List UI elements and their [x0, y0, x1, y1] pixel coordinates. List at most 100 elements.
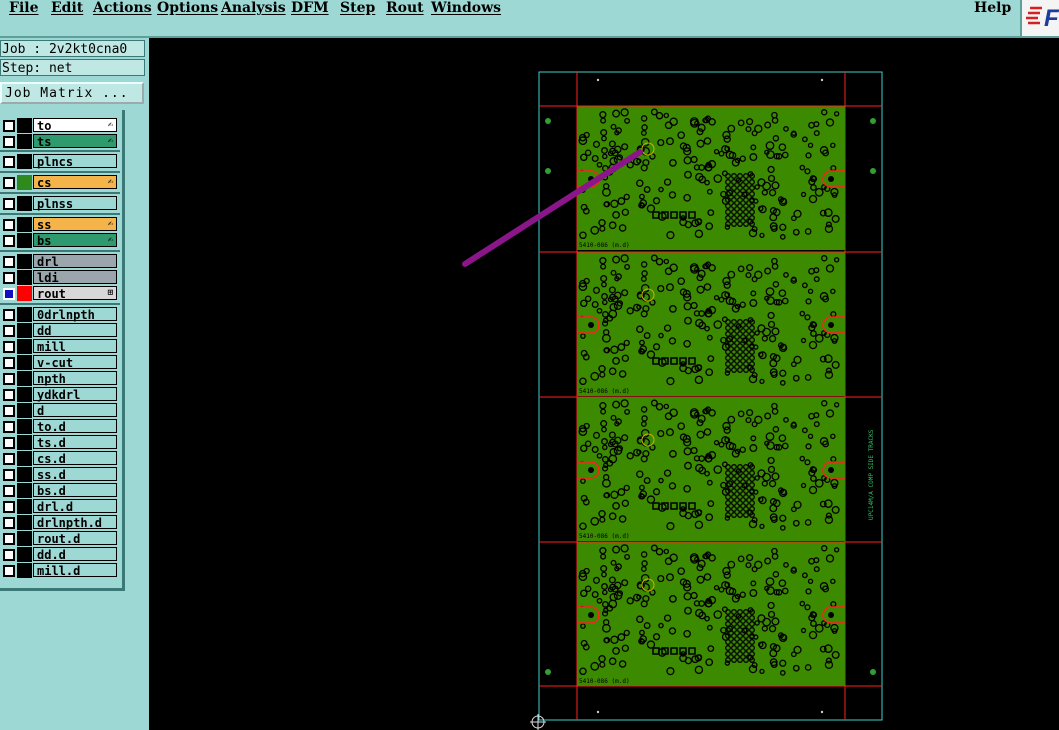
layer-color-swatch[interactable]: [17, 307, 32, 322]
layer-name[interactable]: rout ⊞: [33, 286, 117, 301]
layer-color-swatch[interactable]: [17, 154, 32, 169]
layer-color-swatch[interactable]: [17, 451, 32, 466]
layer-checkbox[interactable]: [3, 373, 15, 385]
layer-color-swatch[interactable]: [17, 467, 32, 482]
layer-row-ss-d[interactable]: ss.d: [0, 467, 118, 482]
layer-row-to-d[interactable]: to.d: [0, 419, 118, 434]
layer-checkbox[interactable]: [3, 357, 15, 369]
layer-name[interactable]: 0drlnpth: [33, 307, 117, 322]
layer-row-ts[interactable]: ts ✍: [0, 134, 118, 149]
layer-color-swatch[interactable]: [17, 515, 32, 530]
layer-checkbox[interactable]: [3, 272, 15, 284]
layer-row-v-cut[interactable]: v-cut: [0, 355, 118, 370]
layer-color-swatch[interactable]: [17, 403, 32, 418]
layer-color-swatch[interactable]: [17, 217, 32, 232]
layer-checkbox[interactable]: [3, 533, 15, 545]
menu-options[interactable]: Options: [157, 0, 218, 16]
layer-checkbox[interactable]: [3, 341, 15, 353]
layer-name[interactable]: plncs: [33, 154, 117, 169]
layer-row-cs[interactable]: cs ✍: [0, 175, 118, 190]
layer-row-dd[interactable]: dd: [0, 323, 118, 338]
layer-name[interactable]: ss.d: [33, 467, 117, 482]
layer-row-cs-d[interactable]: cs.d: [0, 451, 118, 466]
menu-step[interactable]: Step: [340, 0, 375, 16]
layer-checkbox[interactable]: [3, 565, 15, 577]
layer-checkbox[interactable]: [3, 485, 15, 497]
layer-name[interactable]: cs.d: [33, 451, 117, 466]
layer-name[interactable]: npth: [33, 371, 117, 386]
layer-row-drl[interactable]: drl: [0, 254, 118, 269]
layer-color-swatch[interactable]: [17, 483, 32, 498]
menu-rout[interactable]: Rout: [386, 0, 424, 16]
layer-color-swatch[interactable]: [17, 531, 32, 546]
layer-checkbox[interactable]: [3, 517, 15, 529]
layer-name[interactable]: dd.d: [33, 547, 117, 562]
layer-name[interactable]: drl.d: [33, 499, 117, 514]
layer-checkbox[interactable]: [3, 469, 15, 481]
menu-windows[interactable]: Windows: [431, 0, 501, 16]
layer-row-dd-d[interactable]: dd.d: [0, 547, 118, 562]
layer-name[interactable]: d: [33, 403, 117, 418]
layer-color-swatch[interactable]: [17, 547, 32, 562]
layer-checkbox[interactable]: [3, 219, 15, 231]
menu-analysis[interactable]: Analysis: [221, 0, 286, 16]
menu-actions[interactable]: Actions: [93, 0, 152, 16]
layer-name[interactable]: ts.d: [33, 435, 117, 450]
layer-color-swatch[interactable]: [17, 175, 32, 190]
layer-checkbox[interactable]: [3, 120, 15, 132]
layer-row-ss[interactable]: ss ✍: [0, 217, 118, 232]
layer-name[interactable]: to.d: [33, 419, 117, 434]
layer-color-swatch[interactable]: [17, 254, 32, 269]
layer-checkbox[interactable]: [3, 198, 15, 210]
layer-checkbox[interactable]: [3, 453, 15, 465]
layer-row-drl-d[interactable]: drl.d: [0, 499, 118, 514]
menu-edit[interactable]: Edit: [51, 0, 83, 16]
board-view[interactable]: 5410-086 (m.d) 5410-086 (m.d) 5410-086 (m.…: [149, 38, 1059, 730]
layer-color-swatch[interactable]: [17, 387, 32, 402]
layer-name[interactable]: bs ✍: [33, 233, 117, 248]
layer-name[interactable]: v-cut: [33, 355, 117, 370]
layer-name[interactable]: to ✍: [33, 118, 117, 133]
layer-checkbox[interactable]: [3, 549, 15, 561]
layer-row-bs-d[interactable]: bs.d: [0, 483, 118, 498]
layer-row-plnss[interactable]: plnss: [0, 196, 118, 211]
layer-checkbox[interactable]: [3, 405, 15, 417]
layer-color-swatch[interactable]: [17, 134, 32, 149]
layer-checkbox[interactable]: [3, 288, 15, 300]
menu-help[interactable]: Help: [974, 0, 1011, 16]
layer-color-swatch[interactable]: [17, 435, 32, 450]
layer-color-swatch[interactable]: [17, 196, 32, 211]
layer-row-d[interactable]: d: [0, 403, 118, 418]
layer-color-swatch[interactable]: [17, 371, 32, 386]
layer-row-mill[interactable]: mill: [0, 339, 118, 354]
layer-row-mill-d[interactable]: mill.d: [0, 563, 118, 578]
layer-color-swatch[interactable]: [17, 339, 32, 354]
layer-color-swatch[interactable]: [17, 233, 32, 248]
layer-name[interactable]: ts ✍: [33, 134, 117, 149]
layer-name[interactable]: plnss: [33, 196, 117, 211]
layer-name[interactable]: mill: [33, 339, 117, 354]
layer-name[interactable]: ldi: [33, 270, 117, 285]
layer-row-plncs[interactable]: plncs: [0, 154, 118, 169]
layer-row-ldi[interactable]: ldi: [0, 270, 118, 285]
layer-row-rout-d[interactable]: rout.d: [0, 531, 118, 546]
layer-name[interactable]: drl: [33, 254, 117, 269]
layer-checkbox[interactable]: [3, 421, 15, 433]
layer-color-swatch[interactable]: [17, 323, 32, 338]
layer-name[interactable]: bs.d: [33, 483, 117, 498]
layer-color-swatch[interactable]: [17, 286, 32, 301]
layer-checkbox[interactable]: [3, 389, 15, 401]
layer-row-0drlnpth[interactable]: 0drlnpth: [0, 307, 118, 322]
layer-name[interactable]: dd: [33, 323, 117, 338]
layer-checkbox[interactable]: [3, 437, 15, 449]
layer-checkbox[interactable]: [3, 256, 15, 268]
layer-row-npth[interactable]: npth: [0, 371, 118, 386]
layer-row-to[interactable]: to ✍: [0, 118, 118, 133]
layer-color-swatch[interactable]: [17, 355, 32, 370]
layer-color-swatch[interactable]: [17, 419, 32, 434]
layer-row-bs[interactable]: bs ✍: [0, 233, 118, 248]
graphics-canvas[interactable]: 5410-086 (m.d) 5410-086 (m.d) 5410-086 (m.…: [149, 38, 1059, 730]
layer-color-swatch[interactable]: [17, 563, 32, 578]
layer-row-rout[interactable]: rout ⊞: [0, 286, 118, 301]
layer-checkbox[interactable]: [3, 156, 15, 168]
